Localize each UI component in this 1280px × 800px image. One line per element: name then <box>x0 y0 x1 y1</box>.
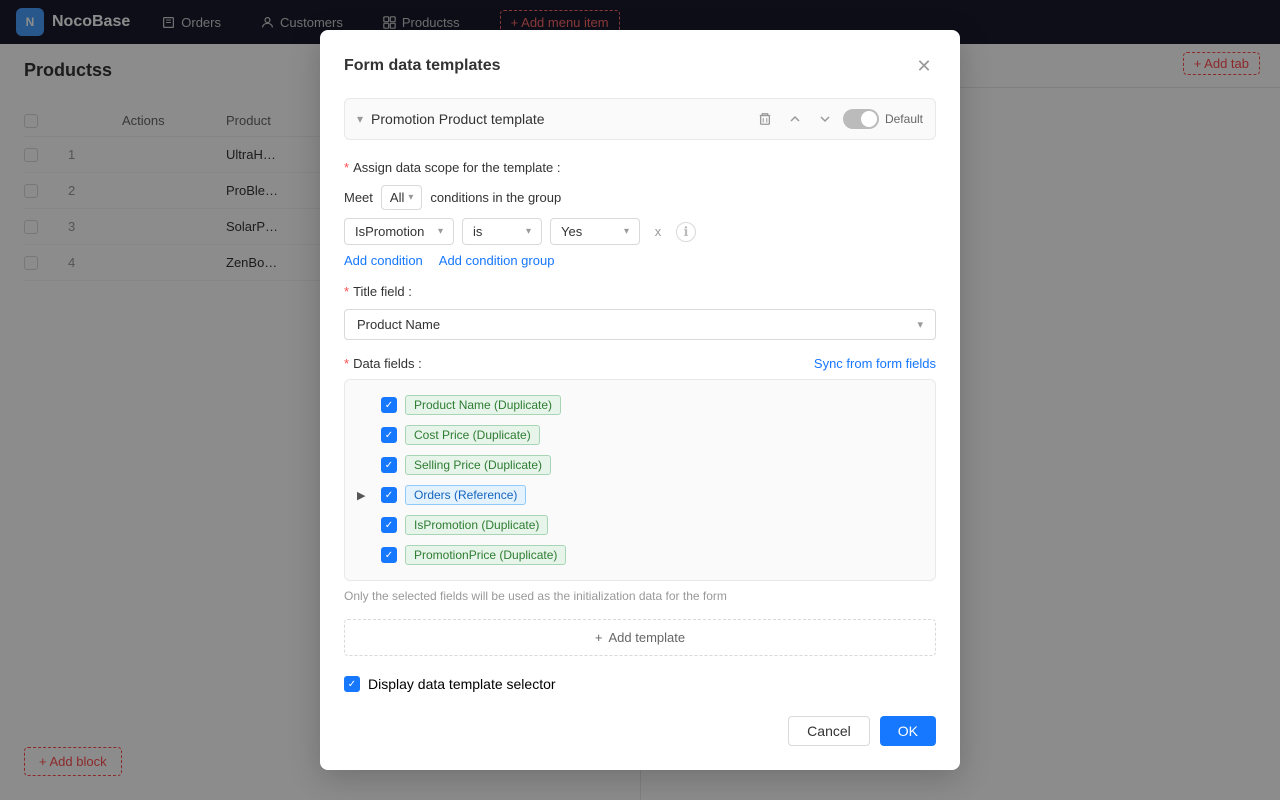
required-star: * <box>344 160 349 175</box>
field-checkbox[interactable]: ✓ <box>381 397 397 413</box>
field-checkbox[interactable]: ✓ <box>381 457 397 473</box>
meet-conditions-row: Meet All conditions in the group <box>344 185 936 210</box>
add-template-label: Add template <box>608 630 685 645</box>
field-checkbox[interactable]: ✓ <box>381 427 397 443</box>
title-field-section: * Title field : Product Name <box>344 284 936 340</box>
title-field-select[interactable]: Product Name <box>344 309 936 340</box>
add-condition-link[interactable]: Add condition <box>344 253 423 268</box>
display-selector-checkbox[interactable]: ✓ <box>344 676 360 692</box>
checkmark-icon: ✓ <box>385 550 393 561</box>
field-tag: Cost Price (Duplicate) <box>405 425 540 445</box>
cancel-button[interactable]: Cancel <box>788 716 870 746</box>
toggle-switch[interactable] <box>843 109 879 129</box>
field-item: ✓ Cost Price (Duplicate) <box>357 420 923 450</box>
title-field-label: * Title field : <box>344 284 936 299</box>
field-tag: IsPromotion (Duplicate) <box>405 515 548 535</box>
data-fields-label: * Data fields : <box>344 356 422 371</box>
assign-scope-label: * Assign data scope for the template : <box>344 160 936 175</box>
template-name-input[interactable] <box>371 111 745 127</box>
filter-op-chevron-icon <box>526 226 531 237</box>
filter-row: IsPromotion is Yes x ℹ <box>344 218 936 245</box>
field-checkbox[interactable]: ✓ <box>381 487 397 503</box>
delete-template-button[interactable] <box>753 107 777 131</box>
field-item: ✓ Selling Price (Duplicate) <box>357 450 923 480</box>
form-data-templates-modal: Form data templates ✕ Default <box>320 30 960 770</box>
title-field-value: Product Name <box>357 317 440 332</box>
ok-button[interactable]: OK <box>880 716 936 746</box>
meet-chevron-icon <box>408 192 413 203</box>
checkmark-icon: ✓ <box>385 430 393 441</box>
move-up-button[interactable] <box>783 107 807 131</box>
checkmark-icon: ✓ <box>385 400 393 411</box>
field-tag: Product Name (Duplicate) <box>405 395 561 415</box>
required-star: * <box>344 284 349 299</box>
conditions-in-group-text: conditions in the group <box>430 190 561 205</box>
move-down-button[interactable] <box>813 107 837 131</box>
field-item: ✓ IsPromotion (Duplicate) <box>357 510 923 540</box>
field-item: ▶ ✓ Orders (Reference) <box>357 480 923 510</box>
meet-text: Meet <box>344 190 373 205</box>
template-actions: Default <box>753 107 923 131</box>
field-item: ✓ Product Name (Duplicate) <box>357 390 923 420</box>
modal-footer: Cancel OK <box>344 716 936 746</box>
display-selector-label: Display data template selector <box>368 676 556 692</box>
checkmark-icon: ✓ <box>385 460 393 471</box>
modal-close-button[interactable]: ✕ <box>912 54 936 78</box>
data-fields-section: * Data fields : Sync from form fields ✓ … <box>344 356 936 603</box>
filter-operator-select[interactable]: is <box>462 218 542 245</box>
hint-text: Only the selected fields will be used as… <box>344 589 936 603</box>
modal-title: Form data templates <box>344 57 500 75</box>
assign-scope-section: * Assign data scope for the template : M… <box>344 160 936 268</box>
add-template-icon: + <box>595 630 603 645</box>
default-toggle[interactable]: Default <box>843 109 923 129</box>
add-template-button[interactable]: + Add template <box>344 619 936 656</box>
field-tag: Orders (Reference) <box>405 485 526 505</box>
toggle-label: Default <box>885 112 923 126</box>
template-row: Default <box>344 98 936 140</box>
filter-remove-button[interactable]: x <box>648 222 668 242</box>
toggle-knob <box>861 111 877 127</box>
checkmark-icon: ✓ <box>385 520 393 531</box>
required-star: * <box>344 356 349 371</box>
modal-header: Form data templates ✕ <box>344 54 936 78</box>
checkmark-icon: ✓ <box>348 679 356 690</box>
filter-value-select[interactable]: Yes <box>550 218 640 245</box>
checkmark-icon: ✓ <box>385 490 393 501</box>
field-checkbox[interactable]: ✓ <box>381 547 397 563</box>
add-condition-links: Add condition Add condition group <box>344 253 936 268</box>
field-item: ✓ PromotionPrice (Duplicate) <box>357 540 923 570</box>
title-field-chevron-icon <box>917 318 923 331</box>
field-checkbox[interactable]: ✓ <box>381 517 397 533</box>
filter-val-chevron-icon <box>624 226 629 237</box>
sync-from-form-fields-link[interactable]: Sync from form fields <box>814 356 936 371</box>
template-collapse-icon[interactable] <box>357 112 363 126</box>
field-tag: PromotionPrice (Duplicate) <box>405 545 566 565</box>
data-fields-header: * Data fields : Sync from form fields <box>344 356 936 371</box>
filter-field-select[interactable]: IsPromotion <box>344 218 454 245</box>
filter-info-icon[interactable]: ℹ <box>676 222 696 242</box>
filter-field-chevron-icon <box>438 226 443 237</box>
field-tag: Selling Price (Duplicate) <box>405 455 551 475</box>
meet-select[interactable]: All <box>381 185 422 210</box>
fields-list: ✓ Product Name (Duplicate) ✓ Cost Price … <box>344 379 936 581</box>
display-selector-row: ✓ Display data template selector <box>344 676 936 692</box>
add-condition-group-link[interactable]: Add condition group <box>439 253 555 268</box>
field-expand-icon[interactable]: ▶ <box>357 489 373 502</box>
